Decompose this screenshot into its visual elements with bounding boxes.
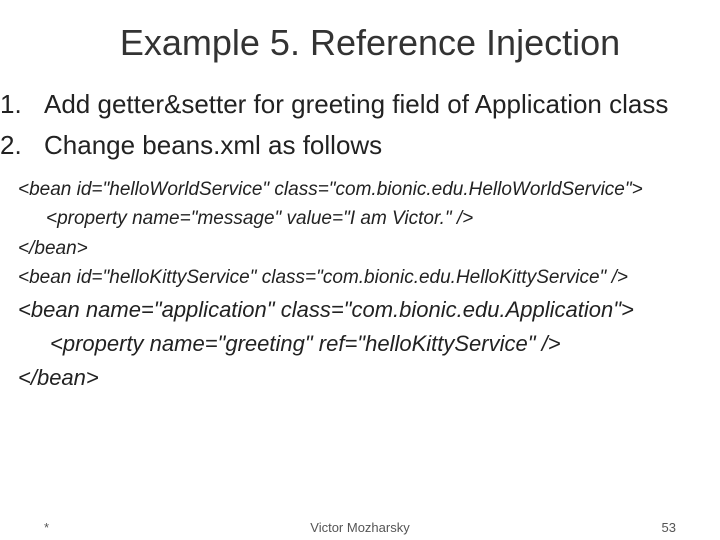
code-line: </bean> <box>18 361 720 395</box>
list-number: 1. <box>0 88 44 121</box>
list-text: Add getter&setter for greeting field of … <box>44 88 720 121</box>
slide: Example 5. Reference Injection 1. Add ge… <box>0 0 720 540</box>
code-line: <bean id="helloKittyService" class="com.… <box>18 263 720 292</box>
footer-page-number: 53 <box>662 520 676 535</box>
slide-body: 1. Add getter&setter for greeting field … <box>0 64 720 395</box>
code-line: <bean id="helloWorldService" class="com.… <box>18 175 720 204</box>
list-number: 2. <box>0 129 44 162</box>
list-item: 2. Change beans.xml as follows <box>0 129 720 162</box>
code-line: <property name="greeting" ref="helloKitt… <box>18 327 720 361</box>
list-item: 1. Add getter&setter for greeting field … <box>0 88 720 121</box>
code-line: <bean name="application" class="com.bion… <box>18 293 720 327</box>
list-text: Change beans.xml as follows <box>44 129 720 162</box>
footer-author: Victor Mozharsky <box>0 520 720 535</box>
code-block: <bean id="helloWorldService" class="com.… <box>0 169 720 395</box>
slide-title: Example 5. Reference Injection <box>0 0 720 64</box>
code-line: </bean> <box>18 234 720 263</box>
code-line: <property name="message" value="I am Vic… <box>18 204 720 233</box>
